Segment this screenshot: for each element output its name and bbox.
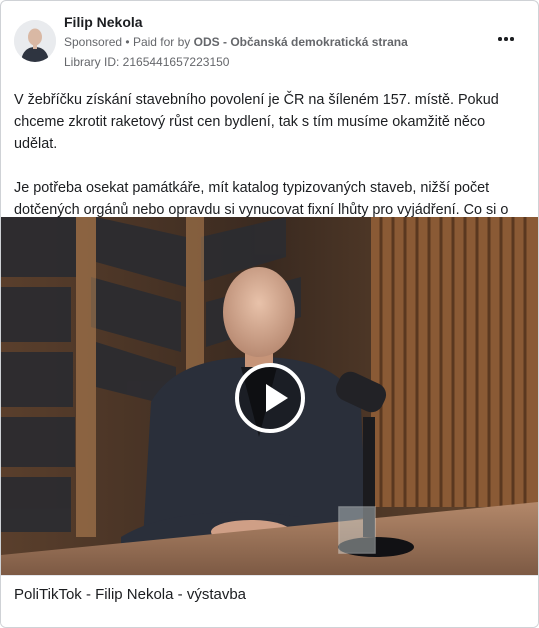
author-avatar[interactable] [14, 20, 56, 62]
paid-for-by-name: ODS - Občanská demokratická strana [193, 35, 408, 49]
author-name[interactable]: Filip Nekola [64, 14, 143, 30]
video-thumbnail[interactable] [1, 217, 538, 575]
avatar-image [14, 20, 56, 62]
post-paragraph-1: V žebříčku získání stavebního povolení j… [14, 92, 499, 152]
paid-for-prefix: Paid for by [132, 35, 191, 49]
media-caption-bar[interactable]: PoliTikTok - Filip Nekola - výstavba [1, 575, 538, 627]
post-header: Filip Nekola Sponsored • Paid for by ODS… [1, 1, 538, 81]
more-options-icon[interactable] [496, 29, 516, 49]
play-icon[interactable] [235, 363, 305, 433]
media-caption[interactable]: PoliTikTok - Filip Nekola - výstavba [14, 586, 246, 603]
separator-dot: • [125, 35, 130, 49]
library-id: Library ID: 2165441657223150 [64, 55, 230, 69]
sponsored-label: Sponsored [64, 35, 123, 49]
sponsored-line: Sponsored • Paid for by ODS - Občanská d… [64, 35, 408, 49]
ad-card: Filip Nekola Sponsored • Paid for by ODS… [0, 0, 539, 628]
